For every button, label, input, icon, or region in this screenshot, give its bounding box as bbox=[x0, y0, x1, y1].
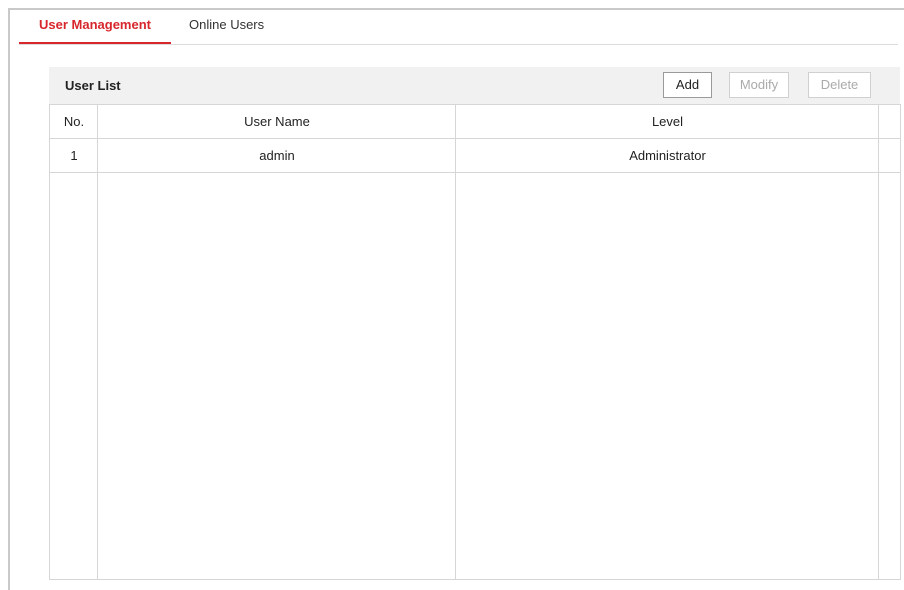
tab-bar: User Management Online Users bbox=[19, 10, 898, 45]
column-divider bbox=[455, 105, 456, 579]
column-header-level: Level bbox=[651, 114, 684, 129]
user-list-title: User List bbox=[65, 78, 121, 93]
tab-online-users[interactable]: Online Users bbox=[189, 10, 264, 42]
frame-left-border bbox=[8, 8, 10, 590]
user-list-header: User List Add Modify Delete bbox=[49, 67, 900, 104]
user-table: No. User Name Level 1 admin Administrato… bbox=[49, 104, 901, 580]
column-divider bbox=[878, 105, 879, 579]
row-user-name: admin bbox=[259, 148, 295, 163]
column-header-no: No. bbox=[63, 114, 85, 129]
user-list-panel: User List Add Modify Delete No. User Nam… bbox=[49, 67, 901, 580]
column-divider bbox=[97, 105, 98, 579]
user-config-page: User Management Online Users User List A… bbox=[0, 0, 904, 590]
row-number: 1 bbox=[70, 148, 78, 163]
add-button[interactable]: Add bbox=[663, 72, 712, 98]
column-header-user-name: User Name bbox=[244, 114, 310, 129]
delete-button[interactable]: Delete bbox=[808, 72, 871, 98]
modify-button[interactable]: Modify bbox=[729, 72, 789, 98]
tab-user-management[interactable]: User Management bbox=[19, 10, 171, 44]
row-level: Administrator bbox=[629, 148, 706, 163]
